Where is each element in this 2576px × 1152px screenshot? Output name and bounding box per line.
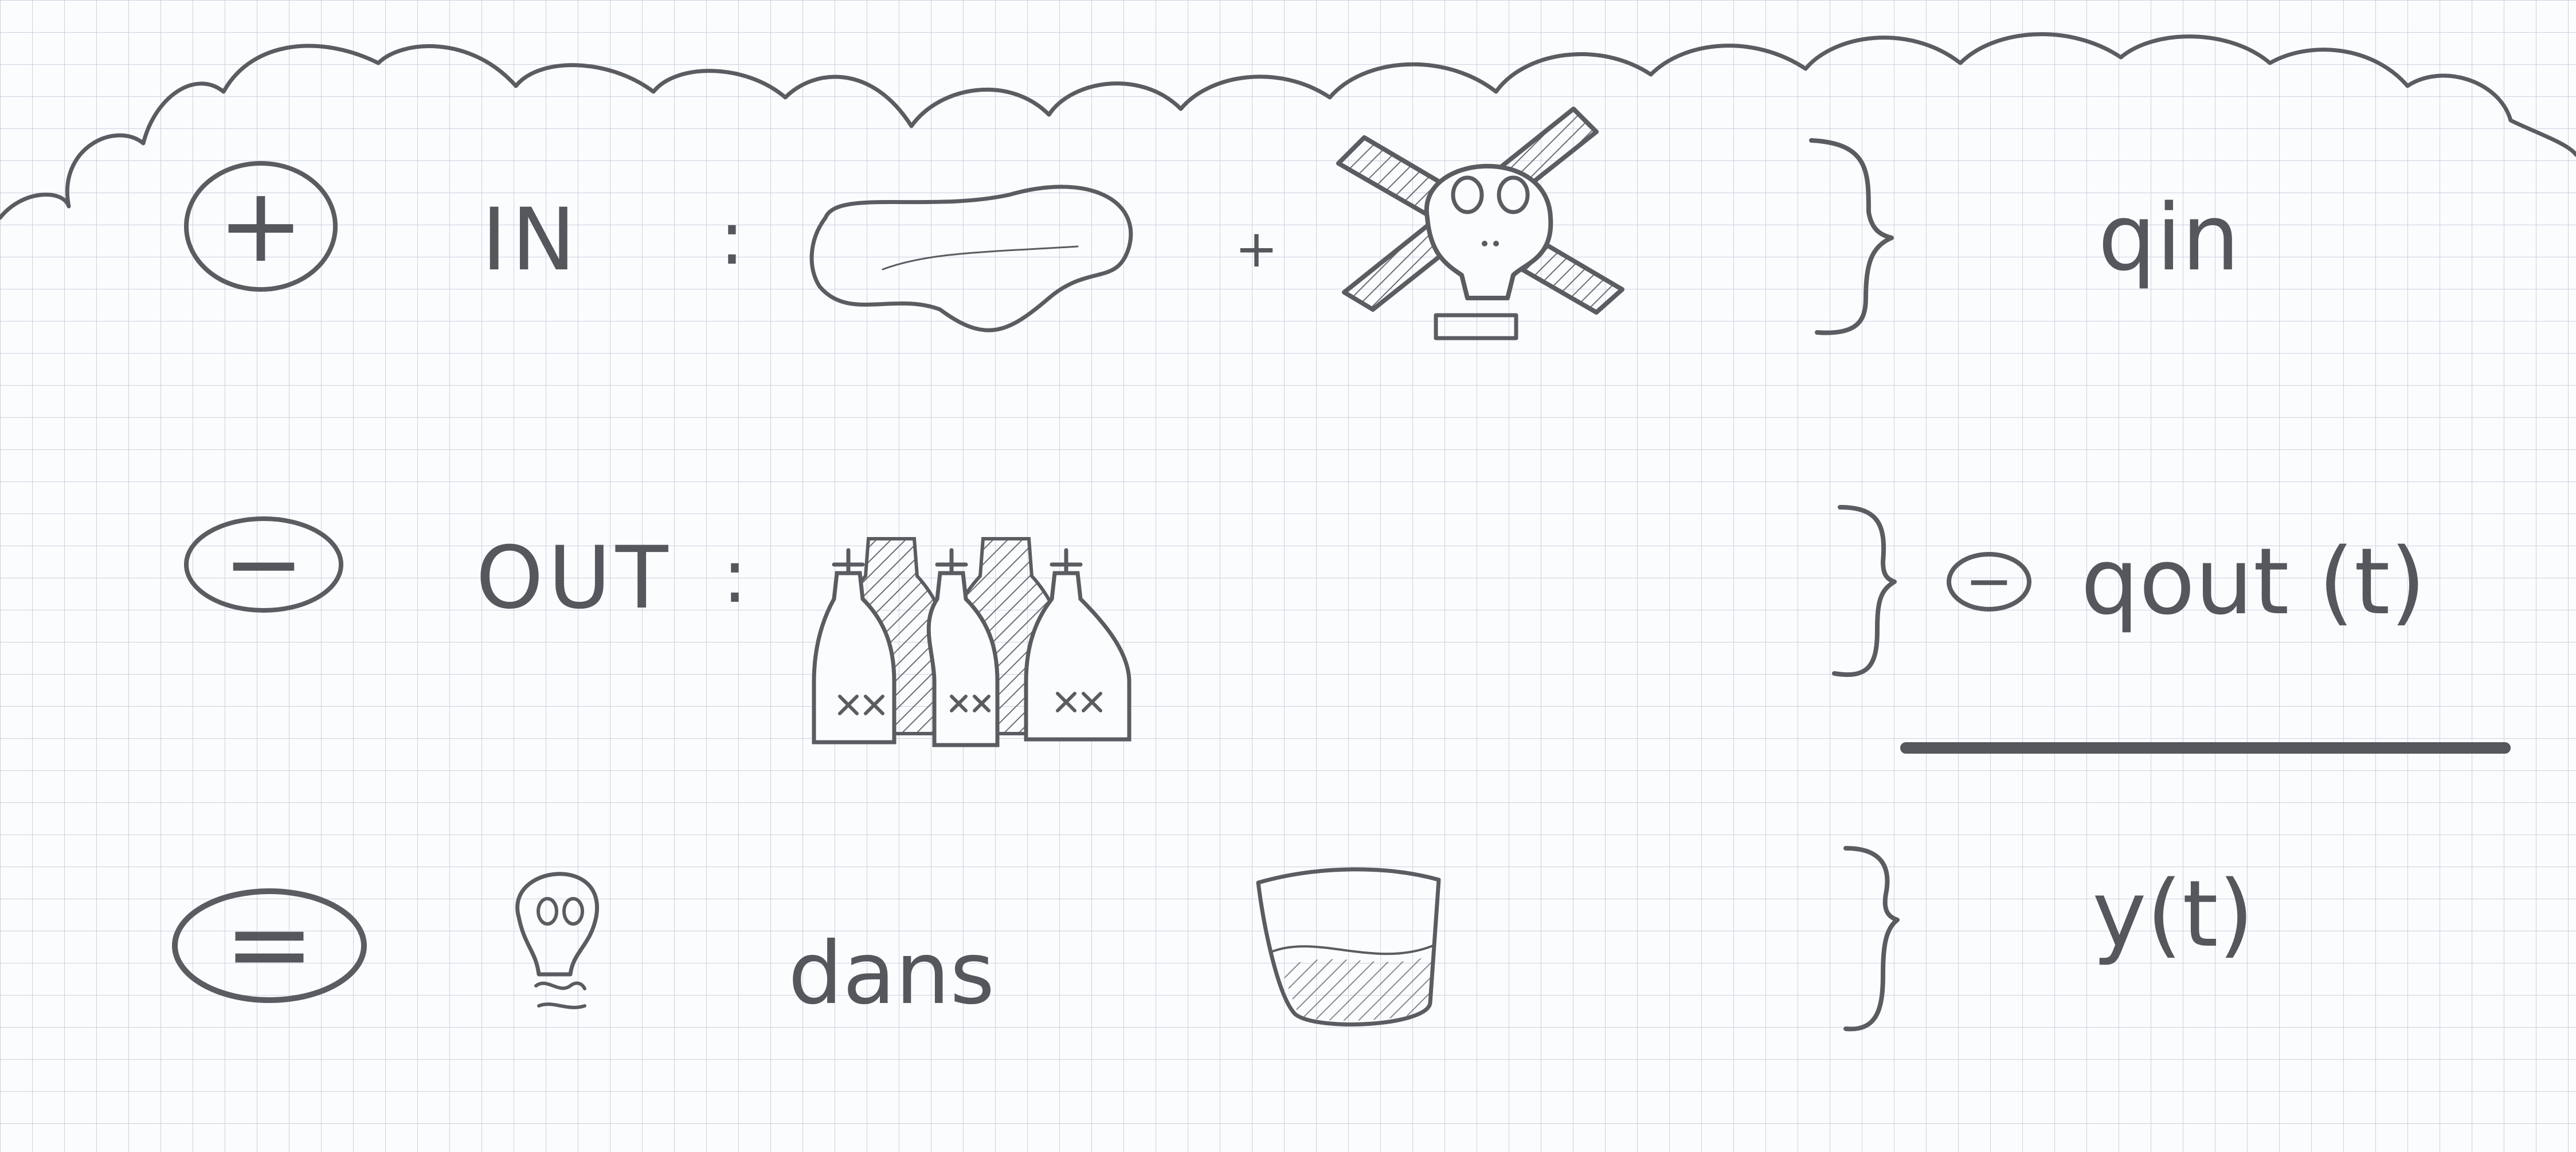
notebook-page: + IN : + qin − OUT : − qout (t) = dans y… (0, 0, 2576, 1152)
equals-sign: = (224, 880, 315, 1007)
in-label: IN (481, 190, 580, 290)
plus-between: + (1235, 219, 1278, 279)
in-colon: : (719, 194, 745, 281)
minus-small-sign: − (1965, 547, 2013, 614)
dans-label: dans (788, 924, 995, 1024)
out-colon: : (722, 532, 747, 620)
qin-label: qin (2098, 184, 2240, 291)
diagram-canvas: + IN : + qin − OUT : − qout (t) = dans y… (0, 0, 2576, 1152)
plus-sign: + (218, 166, 304, 285)
out-label: OUT (476, 528, 672, 628)
minus-sign: − (223, 507, 304, 621)
y-label: y(t) (2092, 860, 2254, 967)
qout-label: qout (t) (2081, 528, 2426, 635)
